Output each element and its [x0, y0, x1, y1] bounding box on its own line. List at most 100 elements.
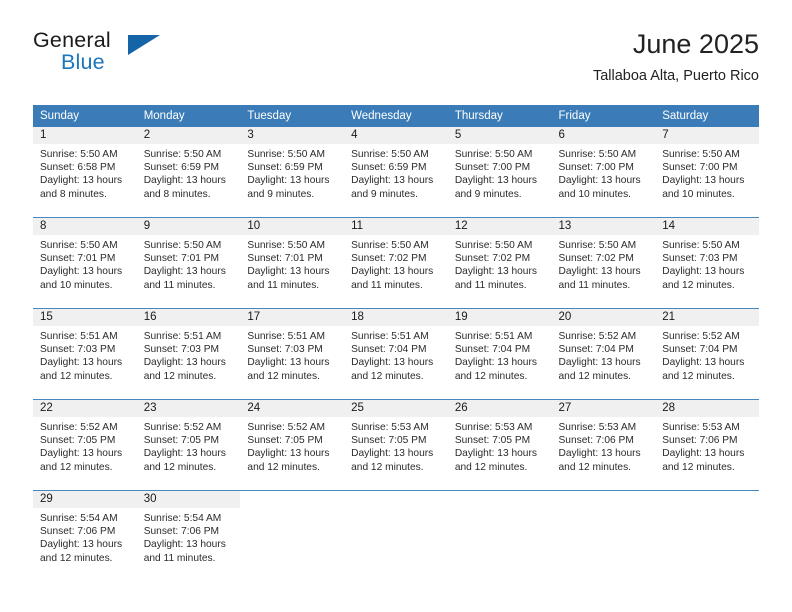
calendar-day-cell[interactable]: 15 Sunrise: 5:51 AM Sunset: 7:03 PM Dayligh… — [33, 309, 137, 399]
weekday-header-sunday: Sunday — [33, 105, 137, 127]
calendar-day-cell[interactable]: 13 Sunrise: 5:50 AM Sunset: 7:02 PM Dayligh… — [551, 218, 656, 308]
calendar-day-cell[interactable]: 26 Sunrise: 5:53 AM Sunset: 7:05 PM Dayligh… — [447, 400, 552, 490]
daylight-text-line2: and 12 minutes. — [40, 370, 113, 382]
day-sun-info: Sunrise: 5:51 AM Sunset: 7:03 PM Daylight:… — [137, 326, 241, 383]
sunset-text: Sunset: 7:03 PM — [247, 344, 323, 356]
sunrise-text: Sunrise: 5:54 AM — [40, 513, 118, 524]
calendar-day-cell[interactable]: 10 Sunrise: 5:50 AM Sunset: 7:01 PM Dayligh… — [240, 218, 345, 308]
day-sun-info: Sunrise: 5:52 AM Sunset: 7:05 PM Daylight:… — [33, 417, 137, 474]
calendar-day-cell[interactable]: 30 Sunrise: 5:54 AM Sunset: 7:06 PM Dayligh… — [136, 491, 241, 581]
calendar-day-cell[interactable]: 4 Sunrise: 5:50 AM Sunset: 6:59 PM Daylight… — [344, 127, 448, 217]
daylight-text-line2: and 12 minutes. — [40, 461, 113, 473]
daylight-text-line1: Daylight: 13 hours — [40, 539, 123, 551]
day-number: 29 — [33, 491, 137, 508]
sunset-text: Sunset: 7:04 PM — [351, 344, 427, 356]
calendar-day-cell[interactable]: 25 Sunrise: 5:53 AM Sunset: 7:05 PM Dayligh… — [344, 400, 448, 490]
sunrise-text: Sunrise: 5:52 AM — [558, 331, 637, 342]
day-number: 27 — [551, 400, 656, 417]
daylight-text-line1: Daylight: 13 hours — [143, 266, 226, 278]
day-number: 14 — [655, 218, 759, 235]
day-number: 24 — [240, 400, 345, 417]
day-sun-info: Sunrise: 5:50 AM Sunset: 7:02 PM Daylight:… — [552, 235, 656, 292]
daylight-text-line2: and 9 minutes. — [351, 188, 418, 200]
daylight-text-line1: Daylight: 13 hours — [662, 448, 745, 460]
page-subtitle: Tallaboa Alta, Puerto Rico — [592, 68, 759, 84]
daylight-text-line2: and 12 minutes. — [662, 370, 735, 382]
sunset-text: Sunset: 7:03 PM — [662, 253, 738, 265]
daylight-text-line2: and 10 minutes. — [558, 188, 632, 200]
calendar-day-cell[interactable]: 18 Sunrise: 5:51 AM Sunset: 7:04 PM Dayligh… — [344, 309, 448, 399]
day-sun-info: Sunrise: 5:53 AM Sunset: 7:06 PM Daylight:… — [552, 417, 656, 474]
calendar-day-cell[interactable]: 23 Sunrise: 5:52 AM Sunset: 7:05 PM Dayligh… — [136, 400, 241, 490]
daylight-text-line1: Daylight: 13 hours — [247, 266, 330, 278]
sunset-text: Sunset: 7:01 PM — [40, 253, 116, 265]
calendar-day-cell[interactable]: 20 Sunrise: 5:52 AM Sunset: 7:04 PM Dayligh… — [551, 309, 656, 399]
day-number: 4 — [344, 127, 448, 144]
daylight-text-line1: Daylight: 13 hours — [558, 175, 641, 187]
daylight-text-line2: and 12 minutes. — [143, 461, 217, 473]
weekday-header-thursday: Thursday — [447, 105, 552, 127]
sunrise-text: Sunrise: 5:50 AM — [247, 149, 325, 160]
sunset-text: Sunset: 7:02 PM — [558, 253, 634, 265]
sunrise-text: Sunrise: 5:50 AM — [558, 149, 637, 160]
calendar-day-cell[interactable]: 7 Sunrise: 5:50 AM Sunset: 7:00 PM Daylight… — [655, 127, 759, 217]
sunrise-text: Sunrise: 5:53 AM — [454, 422, 533, 433]
calendar-empty-cell — [240, 491, 344, 581]
calendar-week-row: 15 Sunrise: 5:51 AM Sunset: 7:03 PM Dayligh… — [33, 308, 759, 400]
calendar-day-cell[interactable]: 8 Sunrise: 5:50 AM Sunset: 7:01 PM Daylight… — [33, 218, 137, 308]
day-number: 20 — [551, 309, 656, 326]
sunset-text: Sunset: 7:04 PM — [558, 344, 634, 356]
sunset-text: Sunset: 7:02 PM — [351, 253, 427, 265]
calendar-day-cell[interactable]: 16 Sunrise: 5:51 AM Sunset: 7:03 PM Dayligh… — [136, 309, 241, 399]
sunrise-text: Sunrise: 5:50 AM — [143, 149, 222, 160]
day-number: 11 — [344, 218, 448, 235]
calendar-day-cell[interactable]: 17 Sunrise: 5:51 AM Sunset: 7:03 PM Dayligh… — [240, 309, 345, 399]
sunrise-text: Sunrise: 5:50 AM — [662, 240, 740, 251]
calendar-day-cell[interactable]: 21 Sunrise: 5:52 AM Sunset: 7:04 PM Dayligh… — [655, 309, 759, 399]
daylight-text-line1: Daylight: 13 hours — [40, 448, 123, 460]
daylight-text-line2: and 8 minutes. — [143, 188, 211, 200]
calendar-day-cell[interactable]: 9 Sunrise: 5:50 AM Sunset: 7:01 PM Daylight… — [136, 218, 241, 308]
sunset-text: Sunset: 6:59 PM — [143, 162, 220, 174]
calendar-day-cell[interactable]: 2 Sunrise: 5:50 AM Sunset: 6:59 PM Daylight… — [136, 127, 241, 217]
sunset-text: Sunset: 7:01 PM — [247, 253, 323, 265]
page-header: General Blue June 2025 Tallaboa Alta, Pu… — [33, 28, 759, 96]
sunset-text: Sunset: 7:00 PM — [558, 162, 634, 174]
sunrise-text: Sunrise: 5:50 AM — [247, 240, 325, 251]
calendar-day-cell[interactable]: 19 Sunrise: 5:51 AM Sunset: 7:04 PM Dayligh… — [447, 309, 552, 399]
sunset-text: Sunset: 7:03 PM — [40, 344, 116, 356]
sunset-text: Sunset: 7:01 PM — [143, 253, 220, 265]
sunset-text: Sunset: 7:00 PM — [662, 162, 738, 174]
calendar-day-cell[interactable]: 3 Sunrise: 5:50 AM Sunset: 6:59 PM Daylight… — [240, 127, 345, 217]
day-sun-info: Sunrise: 5:50 AM Sunset: 7:00 PM Daylight:… — [655, 144, 759, 201]
calendar-day-cell[interactable]: 1 Sunrise: 5:50 AM Sunset: 6:58 PM Daylight… — [33, 127, 137, 217]
day-sun-info: Sunrise: 5:50 AM Sunset: 7:00 PM Daylight:… — [448, 144, 552, 201]
sunrise-text: Sunrise: 5:52 AM — [247, 422, 325, 433]
calendar-day-cell[interactable]: 22 Sunrise: 5:52 AM Sunset: 7:05 PM Dayligh… — [33, 400, 137, 490]
day-number: 5 — [447, 127, 552, 144]
sunrise-text: Sunrise: 5:50 AM — [40, 149, 118, 160]
calendar-day-cell[interactable]: 27 Sunrise: 5:53 AM Sunset: 7:06 PM Dayligh… — [551, 400, 656, 490]
day-sun-info: Sunrise: 5:52 AM Sunset: 7:04 PM Daylight:… — [655, 326, 759, 383]
daylight-text-line2: and 12 minutes. — [662, 461, 735, 473]
sunset-text: Sunset: 7:06 PM — [662, 435, 738, 447]
calendar-day-cell[interactable]: 29 Sunrise: 5:54 AM Sunset: 7:06 PM Dayligh… — [33, 491, 137, 581]
day-sun-info: Sunrise: 5:52 AM Sunset: 7:05 PM Daylight:… — [240, 417, 344, 474]
daylight-text-line1: Daylight: 13 hours — [662, 266, 745, 278]
calendar-day-cell[interactable]: 14 Sunrise: 5:50 AM Sunset: 7:03 PM Dayligh… — [655, 218, 759, 308]
calendar-day-cell[interactable]: 6 Sunrise: 5:50 AM Sunset: 7:00 PM Daylight… — [551, 127, 656, 217]
calendar-day-cell[interactable]: 11 Sunrise: 5:50 AM Sunset: 7:02 PM Dayligh… — [344, 218, 448, 308]
page-title: June 2025 — [632, 29, 759, 59]
daylight-text-line2: and 12 minutes. — [143, 370, 217, 382]
daylight-text-line2: and 12 minutes. — [40, 552, 113, 564]
day-sun-info: Sunrise: 5:50 AM Sunset: 7:01 PM Daylight:… — [33, 235, 137, 292]
calendar-header-row: Sunday Monday Tuesday Wednesday Thursday Frid… — [33, 105, 759, 127]
day-number: 25 — [344, 400, 448, 417]
brand-logo[interactable]: General Blue — [33, 28, 163, 84]
sunset-text: Sunset: 6:58 PM — [40, 162, 116, 174]
calendar-day-cell[interactable]: 12 Sunrise: 5:50 AM Sunset: 7:02 PM Dayligh… — [447, 218, 552, 308]
calendar-day-cell[interactable]: 5 Sunrise: 5:50 AM Sunset: 7:00 PM Daylight… — [447, 127, 552, 217]
calendar-day-cell[interactable]: 28 Sunrise: 5:53 AM Sunset: 7:06 PM Dayligh… — [655, 400, 759, 490]
calendar-day-cell[interactable]: 24 Sunrise: 5:52 AM Sunset: 7:05 PM Dayligh… — [240, 400, 345, 490]
sunrise-text: Sunrise: 5:50 AM — [454, 149, 533, 160]
